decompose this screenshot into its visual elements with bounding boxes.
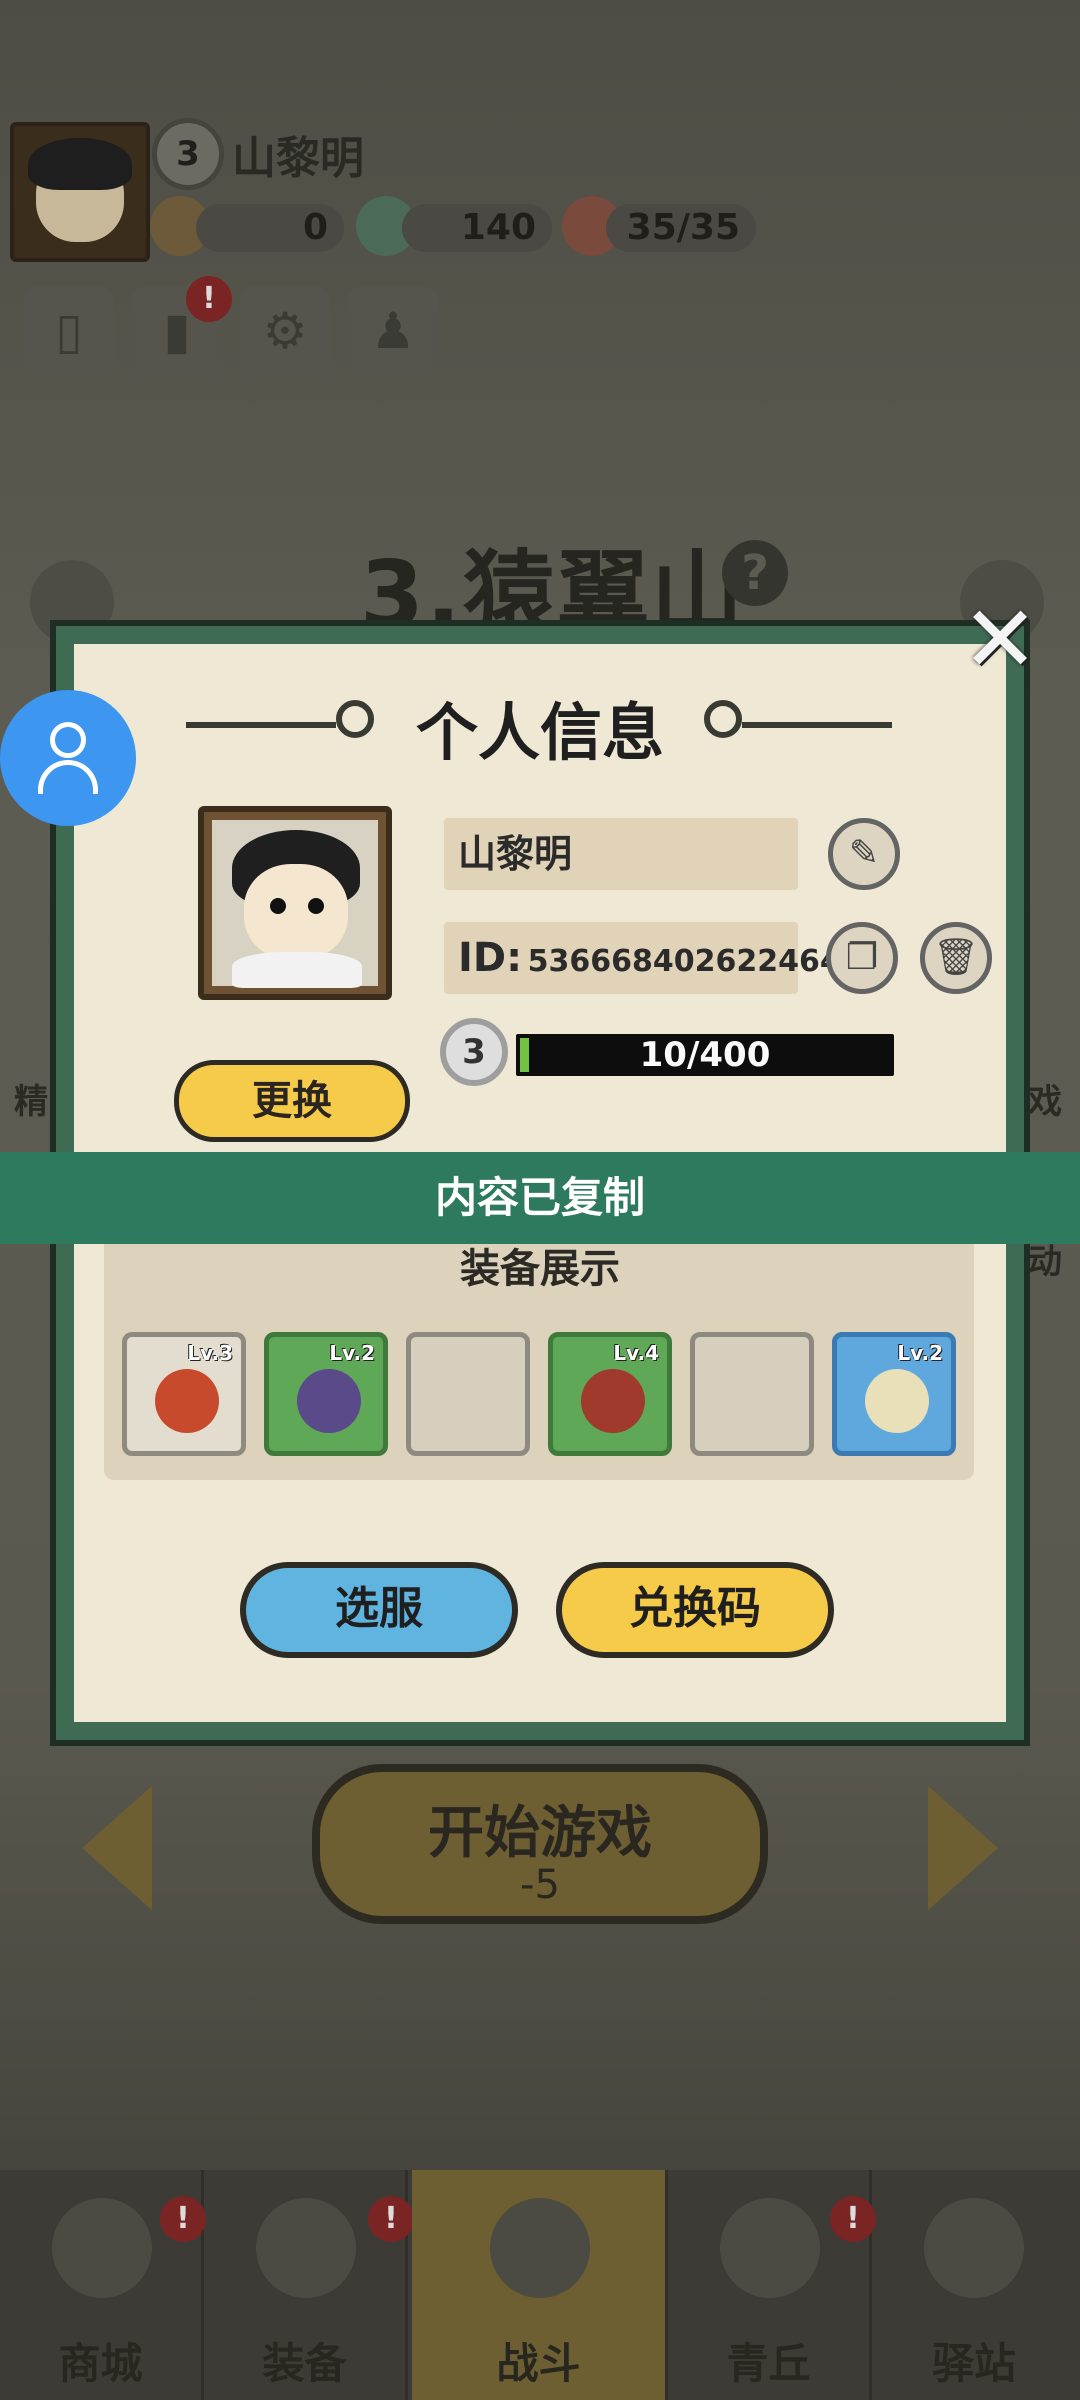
necklace-icon xyxy=(865,1369,929,1433)
profile-avatar-bg xyxy=(212,820,378,988)
nav-label-station: 驿站 xyxy=(931,2339,1016,2388)
start-game-button[interactable]: 开始游戏 -5 xyxy=(312,1764,768,1924)
profile-avatar-eye-right xyxy=(308,898,324,914)
player-id-field: ID: 536668402622464 xyxy=(444,922,841,994)
ranking-alert-icon: ! xyxy=(186,276,232,322)
player-avatar[interactable] xyxy=(10,122,150,262)
equipment-slot[interactable]: Lv.3 xyxy=(122,1332,246,1456)
belt-icon xyxy=(581,1369,645,1433)
gear-icon: ⚙ xyxy=(262,302,308,360)
friends-icon: ♟ xyxy=(370,302,416,360)
scroll-count: 0 xyxy=(196,204,344,252)
brush-icon[interactable]: ✎ xyxy=(828,818,900,890)
nav-tab-station[interactable]: 驿站 xyxy=(872,2170,1076,2400)
equipment-slot[interactable]: Lv.2 xyxy=(264,1332,388,1456)
profile-avatar-eye-left xyxy=(270,898,286,914)
station-icon xyxy=(924,2198,1024,2298)
change-avatar-button[interactable]: 更换 xyxy=(174,1060,410,1142)
equipment-slot-empty[interactable] xyxy=(406,1332,530,1456)
start-cost: -5 xyxy=(520,1862,560,1908)
slot-level: Lv.2 xyxy=(329,1341,375,1365)
friends-button[interactable]: ♟ xyxy=(348,286,438,376)
stamina-count: 35/35 xyxy=(606,204,756,252)
player-level-badge: 3 xyxy=(152,118,224,190)
player-name: 山黎明 xyxy=(232,133,364,184)
start-game-label: 开始游戏 xyxy=(428,1801,652,1866)
nav-tab-battle[interactable]: 战斗 xyxy=(412,2170,668,2400)
equipment-slot[interactable]: Lv.2 xyxy=(832,1332,956,1456)
equipment-slot-empty[interactable] xyxy=(690,1332,814,1456)
id-label: ID: xyxy=(458,935,523,981)
side-label-left: 精 xyxy=(14,1082,48,1122)
whip-icon xyxy=(155,1369,219,1433)
mountain-icon xyxy=(720,2198,820,2298)
nav-label-equipment: 装备 xyxy=(262,2339,347,2388)
redeem-code-button[interactable]: 兑换码 xyxy=(556,1562,834,1658)
xp-bar: 10/400 xyxy=(516,1034,894,1076)
equipment-header: 装备展示 xyxy=(460,1246,620,1292)
player-name-field: 山黎明 xyxy=(444,818,798,890)
nav-label-shop: 商城 xyxy=(58,2339,143,2388)
shop-icon xyxy=(52,2198,152,2298)
xp-text: 10/400 xyxy=(639,1035,771,1075)
close-icon[interactable]: ✕ xyxy=(960,594,1040,686)
equipment-slot[interactable]: Lv.4 xyxy=(548,1332,672,1456)
side-label-right: 戏 xyxy=(1028,1082,1062,1122)
profile-level-badge: 3 xyxy=(440,1018,508,1086)
nav-label-qingqiu: 青丘 xyxy=(726,2339,811,2388)
bottom-nav: 商城 ! 装备 ! 战斗 青丘 ! 驿站 xyxy=(0,2170,1080,2400)
prev-stage-arrow[interactable] xyxy=(82,1786,152,1910)
equipment-alert-icon: ! xyxy=(368,2196,414,2242)
nav-label-battle: 战斗 xyxy=(496,2339,581,2388)
shop-alert-icon: ! xyxy=(160,2196,206,2242)
profile-avatar-scarf xyxy=(232,952,362,988)
select-server-button[interactable]: 选服 xyxy=(240,1562,518,1658)
jade-count: 140 xyxy=(402,204,552,252)
slot-level: Lv.2 xyxy=(897,1341,943,1365)
user-icon-head xyxy=(50,722,86,758)
cards-button[interactable]: ▯ xyxy=(24,286,114,376)
helmet-icon xyxy=(256,2198,356,2298)
settings-button[interactable]: ⚙ xyxy=(240,286,330,376)
modal-title: 个人信息 xyxy=(415,696,664,769)
next-stage-arrow[interactable] xyxy=(928,1786,998,1910)
profile-avatar-face xyxy=(244,864,348,960)
id-value: 536668402622464 xyxy=(527,944,841,979)
stage-help-icon[interactable]: ? xyxy=(722,540,788,606)
armor-icon xyxy=(297,1369,361,1433)
slot-level: Lv.3 xyxy=(187,1341,233,1365)
trash-icon[interactable]: 🗑 xyxy=(920,922,992,994)
slot-level: Lv.4 xyxy=(613,1341,659,1365)
copy-icon[interactable]: ❐ xyxy=(826,922,898,994)
avatar-hair xyxy=(28,138,132,190)
profile-avatar xyxy=(198,806,392,1000)
copied-toast: 内容已复制 xyxy=(0,1152,1080,1244)
user-icon-shoulders xyxy=(38,760,98,794)
qingqiu-alert-icon: ! xyxy=(830,2196,876,2242)
user-icon[interactable] xyxy=(0,690,136,826)
card-icon: ▯ xyxy=(55,302,83,360)
crossed-swords-icon xyxy=(490,2198,590,2298)
